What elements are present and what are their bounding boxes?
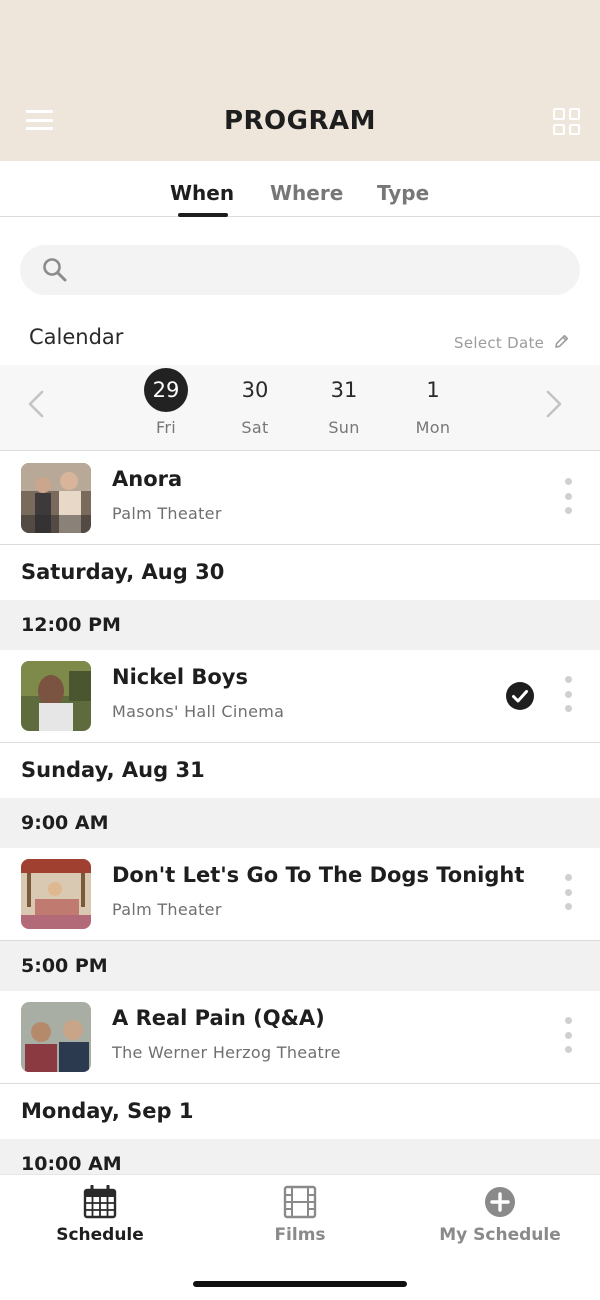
time-header: 12:00 PM [0, 600, 600, 650]
venue-name: Palm Theater [112, 504, 222, 523]
list-item[interactable]: Don't Let's Go To The Dogs Tonight Palm … [0, 848, 600, 941]
film-poster-image [21, 1002, 91, 1072]
film-poster-image [21, 661, 91, 731]
venue-name: Palm Theater [112, 900, 222, 919]
search-icon [43, 258, 67, 282]
plus-circle-icon [485, 1187, 515, 1217]
calendar-label: Calendar [29, 325, 124, 349]
list-item[interactable]: A Real Pain (Q&A) The Werner Herzog Thea… [0, 991, 600, 1084]
date-header: Monday, Sep 1 [0, 1084, 600, 1139]
nav-label: Schedule [56, 1225, 144, 1245]
search-input[interactable] [84, 255, 554, 285]
date-header: Saturday, Aug 30 [0, 545, 600, 600]
time-header: 5:00 PM [0, 941, 600, 991]
list-item[interactable]: Anora Palm Theater [0, 452, 600, 545]
film-title: A Real Pain (Q&A) [112, 1006, 325, 1030]
film-poster-image [21, 859, 91, 929]
film-title: Don't Let's Go To The Dogs Tonight [112, 863, 525, 887]
filter-tabs: When Where Type [0, 161, 600, 217]
tab-where[interactable]: Where [270, 181, 343, 205]
tab-type[interactable]: Type [377, 181, 429, 205]
date-strip: 29 Fri 30 Sat 31 Sun 1 Mon [0, 365, 600, 451]
more-options-icon[interactable] [563, 676, 573, 712]
calendar-icon [83, 1185, 117, 1219]
pencil-icon[interactable] [553, 333, 570, 350]
more-options-icon[interactable] [563, 1017, 573, 1053]
date-number: 30 [241, 378, 269, 402]
day-of-week: Sat [241, 418, 269, 437]
nav-my-schedule[interactable]: My Schedule [400, 1185, 600, 1245]
time-header: 9:00 AM [0, 798, 600, 848]
day-of-week: Mon [415, 418, 451, 437]
date-number: 31 [330, 378, 358, 402]
more-options-icon[interactable] [563, 874, 573, 910]
home-indicator [193, 1281, 407, 1287]
list-item[interactable]: Nickel Boys Masons' Hall Cinema [0, 650, 600, 743]
date-30[interactable]: 30 Sat [225, 368, 285, 437]
app-header: PROGRAM [0, 0, 600, 161]
nav-films[interactable]: Films [200, 1185, 400, 1245]
time-header: 10:00 AM [0, 1139, 600, 1174]
day-of-week: Sun [328, 418, 360, 437]
active-tab-indicator [178, 213, 228, 217]
chevron-right-icon[interactable] [544, 389, 564, 419]
chevron-left-icon[interactable] [26, 389, 46, 419]
date-header: Sunday, Aug 31 [0, 743, 600, 798]
more-options-icon[interactable] [563, 478, 573, 514]
nav-label: Films [274, 1225, 326, 1245]
search-bar[interactable] [20, 245, 580, 295]
page-title: PROGRAM [223, 106, 377, 136]
film-title: Anora [112, 467, 183, 491]
nav-schedule[interactable]: Schedule [0, 1185, 200, 1245]
date-29[interactable]: 29 Fri [136, 368, 196, 437]
film-title: Nickel Boys [112, 665, 248, 689]
film-poster-image [21, 463, 91, 533]
date-number: 1 [426, 378, 440, 402]
date-number: 29 [144, 368, 188, 412]
venue-name: The Werner Herzog Theatre [112, 1043, 341, 1062]
select-date-link[interactable]: Select Date [454, 334, 544, 352]
film-icon [283, 1185, 317, 1219]
added-check-icon[interactable] [506, 682, 534, 710]
date-31[interactable]: 31 Sun [314, 368, 374, 437]
grid-view-icon[interactable] [553, 108, 580, 135]
tab-when[interactable]: When [170, 181, 234, 205]
program-list: Anora Palm Theater Saturday, Aug 30 12:0… [0, 452, 600, 1174]
nav-label: My Schedule [439, 1225, 561, 1245]
day-of-week: Fri [156, 418, 176, 437]
venue-name: Masons' Hall Cinema [112, 702, 285, 721]
date-1[interactable]: 1 Mon [403, 368, 463, 437]
